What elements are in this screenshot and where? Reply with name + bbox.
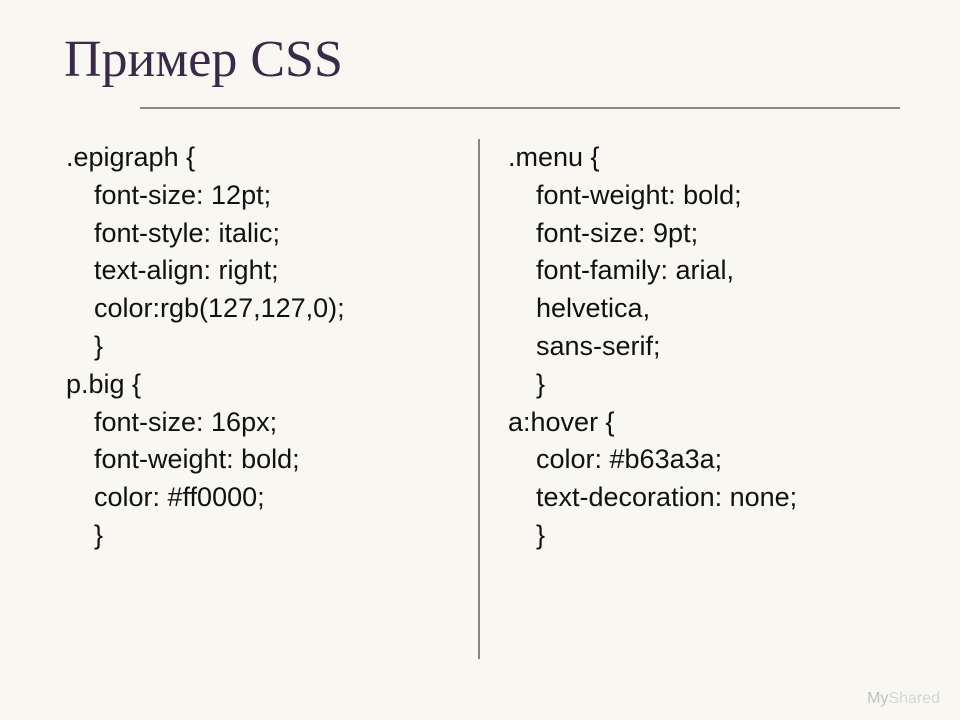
code-line: font-weight: bold; bbox=[508, 177, 900, 215]
code-line: sans-serif; bbox=[508, 328, 900, 366]
code-line: } bbox=[66, 328, 458, 366]
css-code-right: .menu { font-weight: bold; font-size: 9p… bbox=[508, 139, 900, 555]
code-line: font-family: arial, bbox=[508, 252, 900, 290]
code-line: .epigraph { bbox=[66, 139, 458, 177]
code-line: a:hover { bbox=[508, 404, 900, 442]
code-line: } bbox=[508, 517, 900, 555]
code-line: font-size: 9pt; bbox=[508, 215, 900, 253]
code-line: font-size: 16px; bbox=[66, 404, 458, 442]
footer-shared: Shared bbox=[888, 690, 940, 707]
left-column: .epigraph { font-size: 12pt; font-style:… bbox=[56, 139, 480, 659]
code-line: p.big { bbox=[66, 366, 458, 404]
footer-my: My bbox=[867, 690, 888, 707]
code-line: } bbox=[66, 517, 458, 555]
code-line: color:rgb(127,127,0); bbox=[66, 290, 458, 328]
code-line: font-weight: bold; bbox=[66, 441, 458, 479]
right-column: .menu { font-weight: bold; font-size: 9p… bbox=[480, 139, 910, 659]
code-line: .menu { bbox=[508, 139, 900, 177]
code-line: font-size: 12pt; bbox=[66, 177, 458, 215]
code-line: color: #ff0000; bbox=[66, 479, 458, 517]
code-line: text-align: right; bbox=[66, 252, 458, 290]
code-line: } bbox=[508, 366, 900, 404]
slide-container: Пример CSS .epigraph { font-size: 12pt; … bbox=[0, 0, 960, 720]
code-line: helvetica, bbox=[508, 290, 900, 328]
slide-title: Пример CSS bbox=[50, 30, 910, 89]
code-line: font-style: italic; bbox=[66, 215, 458, 253]
title-underline bbox=[140, 107, 900, 109]
content-columns: .epigraph { font-size: 12pt; font-style:… bbox=[50, 139, 910, 659]
code-line: color: #b63a3a; bbox=[508, 441, 900, 479]
code-line: text-decoration: none; bbox=[508, 479, 900, 517]
footer-watermark: MyShared bbox=[867, 690, 940, 708]
css-code-left: .epigraph { font-size: 12pt; font-style:… bbox=[66, 139, 458, 555]
